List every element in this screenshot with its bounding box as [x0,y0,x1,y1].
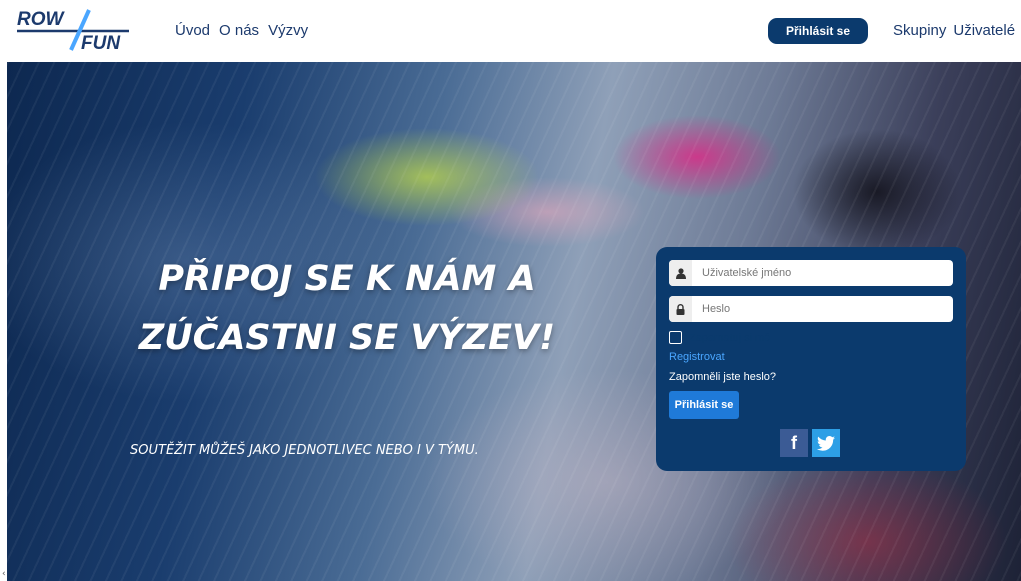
remember-label: Zapamatuj si mě [689,331,771,344]
username-field[interactable]: Uživatelské jméno [669,260,953,286]
hero-banner: PŘIPOJ SE K NÁM A ZÚČASTNI SE VÝZEV! SOU… [7,62,1021,581]
nav-link-o-nas[interactable]: O nás [219,22,259,39]
nav-link-skupiny[interactable]: Skupiny [893,22,946,39]
nav-link-vyzvy[interactable]: Výzvy [268,22,308,39]
header-login-button[interactable]: Přihlásit se [768,18,868,44]
password-field[interactable]: Heslo [669,296,953,322]
logo-text-bottom: FUN [81,33,121,52]
nav-link-uvod[interactable]: Úvod [175,22,210,39]
hero-headline: PŘIPOJ SE K NÁM A ZÚČASTNI SE VÝZEV! [117,250,577,368]
login-submit-button[interactable]: Přihlásit se [669,391,739,419]
hero-subline: SOUTĚŽIT MŮŽEŠ JAKO JEDNOTLIVEC NEBO I V… [130,443,479,458]
nav-link-uzivatele[interactable]: Uživatelé [953,22,1015,39]
hero-headline-line1: PŘIPOJ SE K NÁM A [158,259,536,299]
forgot-password-link[interactable]: Zapomněli jste heslo? [669,371,776,383]
facebook-icon[interactable]: f [780,429,808,457]
top-navbar: ROW FUN Úvod O nás Výzvy Přihlásit se Sk… [0,0,1021,62]
secondary-nav: Skupiny Uživatelé [893,22,1015,39]
logo-text-top: ROW [17,9,66,30]
register-link[interactable]: Registrovat [669,351,725,363]
remember-me[interactable]: Zapamatuj si mě [669,331,770,344]
rowfun-logo[interactable]: ROW FUN [17,6,132,52]
remember-checkbox[interactable] [669,331,682,344]
twitter-icon[interactable] [812,429,840,457]
username-placeholder: Uživatelské jméno [702,267,792,279]
hero-headline-line2: ZÚČASTNI SE VÝZEV! [138,318,556,358]
login-panel: Uživatelské jméno Heslo Zapamatuj si mě … [656,247,966,471]
scroll-left-arrow-icon[interactable]: ‹ [2,569,12,581]
main-nav: Úvod O nás Výzvy [175,22,308,39]
lock-icon [669,296,692,322]
password-placeholder: Heslo [702,303,731,315]
user-icon [669,260,692,286]
